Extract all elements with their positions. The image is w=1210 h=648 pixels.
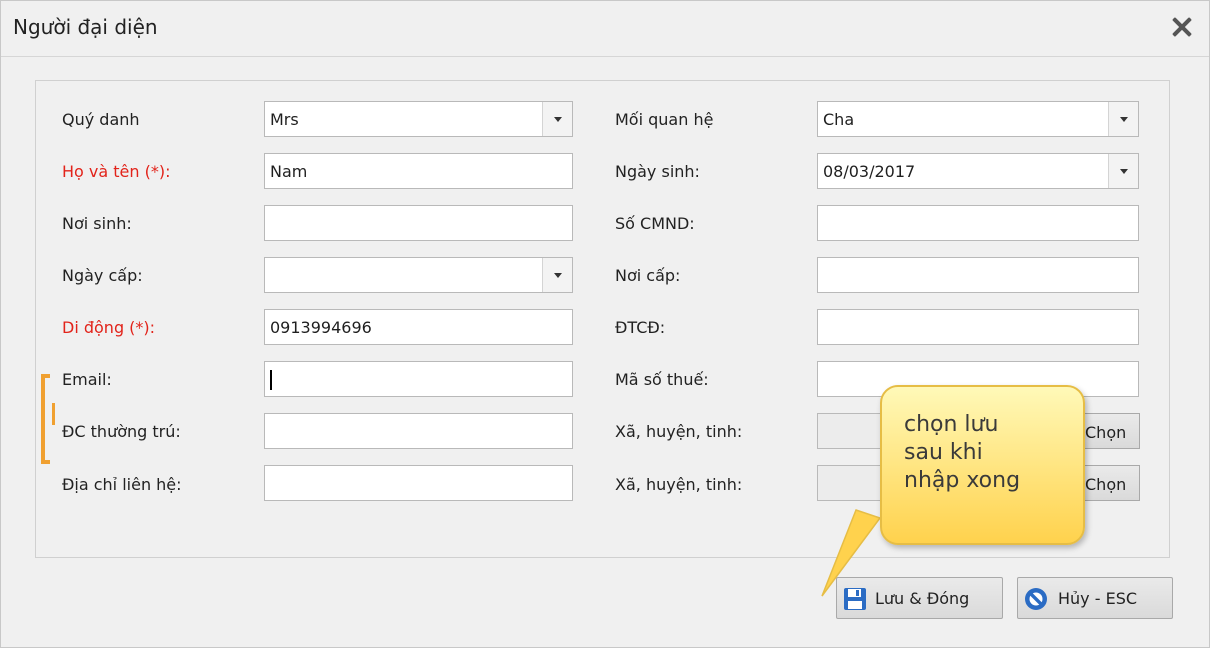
noi-cap-input[interactable] (817, 257, 1139, 293)
label-so-cmnd: Số CMND: (615, 214, 695, 233)
title-bar: Người đại diện (1, 1, 1209, 57)
chevron-down-icon[interactable] (542, 258, 572, 292)
callout-text: chọn lưu sau khi nhập xong (904, 411, 1020, 495)
callout-line: sau khi (904, 440, 983, 465)
moi-quan-he-select[interactable]: Cha (817, 101, 1139, 137)
dtcd-input[interactable] (817, 309, 1139, 345)
moi-quan-he-value: Cha (823, 110, 855, 129)
label-xa-huyen-tinh-2: Xã, huyện, tinh: (615, 475, 743, 494)
label-ngay-cap: Ngày cấp: (62, 266, 143, 285)
text-cursor (270, 370, 272, 390)
save-close-button[interactable]: Lưu & Đóng (836, 577, 1003, 619)
callout-line: nhập xong (904, 468, 1021, 493)
cancel-label: Hủy - ESC (1058, 589, 1138, 608)
label-xa-huyen-tinh-1: Xã, huyện, tinh: (615, 422, 743, 441)
close-icon[interactable] (1169, 14, 1195, 40)
label-ho-va-ten: Họ và tên (*): (62, 162, 171, 181)
chon-button-1[interactable]: Chọn (1078, 413, 1140, 449)
no-entry-icon (1025, 588, 1047, 610)
label-quy-danh: Quý danh (62, 110, 140, 129)
label-noi-sinh: Nơi sinh: (62, 214, 132, 233)
chevron-down-icon[interactable] (1108, 154, 1138, 188)
label-dia-chi-lien-he: Địa chỉ liên hệ: (62, 475, 182, 494)
dc-thuong-tru-input[interactable] (264, 413, 573, 449)
chon-button-2[interactable]: Chọn (1078, 465, 1140, 501)
callout-tooltip: chọn lưu sau khi nhập xong (880, 385, 1085, 545)
label-dc-thuong-tru: ĐC thường trú: (62, 422, 181, 441)
label-moi-quan-he: Mối quan hệ (615, 110, 714, 129)
email-input[interactable] (264, 361, 573, 397)
dialog-title: Người đại diện (13, 15, 158, 39)
dia-chi-lien-he-input[interactable] (264, 465, 573, 501)
ho-va-ten-value: Nam (270, 162, 308, 181)
quy-danh-select[interactable]: Mrs (264, 101, 573, 137)
label-noi-cap: Nơi cấp: (615, 266, 681, 285)
floppy-disk-icon (844, 588, 866, 610)
di-dong-value: 0913994696 (270, 318, 372, 337)
label-ma-so-thue: Mã số thuế: (615, 370, 709, 389)
cancel-button[interactable]: Hủy - ESC (1017, 577, 1173, 619)
save-close-label: Lưu & Đóng (875, 589, 970, 608)
ngay-sinh-select[interactable]: 08/03/2017 (817, 153, 1139, 189)
callout-line: chọn lưu (904, 412, 999, 437)
ngay-cap-select[interactable] (264, 257, 573, 293)
label-email: Email: (62, 370, 112, 389)
label-ngay-sinh: Ngày sinh: (615, 162, 700, 181)
chevron-down-icon[interactable] (1108, 102, 1138, 136)
noi-sinh-input[interactable] (264, 205, 573, 241)
ho-va-ten-input[interactable]: Nam (264, 153, 573, 189)
label-di-dong: Di động (*): (62, 318, 156, 337)
chevron-down-icon[interactable] (542, 102, 572, 136)
ngay-sinh-value: 08/03/2017 (823, 162, 916, 181)
di-dong-input[interactable]: 0913994696 (264, 309, 573, 345)
quy-danh-value: Mrs (270, 110, 299, 129)
label-dtcd: ĐTCĐ: (615, 318, 666, 337)
so-cmnd-input[interactable] (817, 205, 1139, 241)
